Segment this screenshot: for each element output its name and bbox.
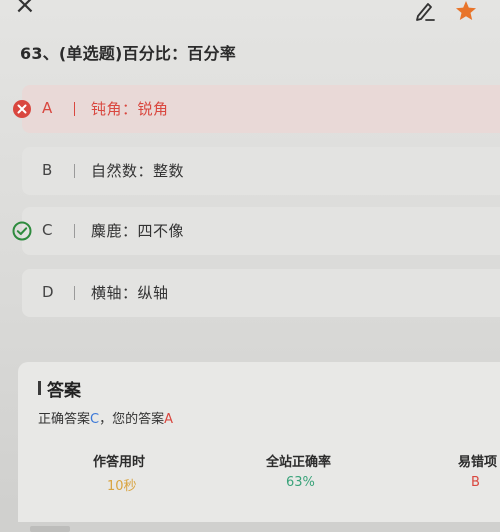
question-title: 63、(单选题)百分比：百分率 [20, 44, 236, 63]
time-used-label: 作答用时 [93, 455, 146, 470]
option-letter: B [42, 161, 53, 179]
option-text: 横轴：纵轴 [91, 284, 169, 302]
option-c[interactable]: C 麋鹿：四不像 [22, 207, 500, 255]
option-letter: C [42, 221, 53, 239]
check-mark-icon [12, 221, 32, 241]
top-bar: × [0, 0, 500, 24]
common-error-value: B [471, 475, 480, 490]
option-text: 麋鹿：四不像 [91, 222, 185, 240]
accuracy-value: 63% [286, 475, 315, 490]
option-letter: A [42, 99, 53, 117]
your-answer-letter: A [164, 412, 174, 427]
option-text: 钝角：锐角 [91, 100, 169, 118]
section-marker [38, 381, 41, 395]
option-divider [74, 286, 75, 300]
answer-card: 答案 正确答案C，您的答案A 作答用时 10秒 全站正确率 63% 易错项 B [18, 362, 500, 522]
time-used-value: 10秒 [107, 479, 137, 494]
option-letter: D [42, 283, 54, 301]
accuracy-label: 全站正确率 [266, 455, 332, 470]
correct-answer-label: 正确答案 [38, 412, 91, 427]
quiz-screen: × 63、(单选题)百分比：百分率 A 钝角：锐角 B 自然数：整数 C 麋鹿：… [0, 0, 500, 532]
common-error-label: 易错项 [458, 455, 498, 470]
star-icon[interactable] [454, 0, 478, 23]
option-d[interactable]: D 横轴：纵轴 [22, 269, 500, 317]
answer-title: 答案 [47, 381, 81, 401]
bottom-section-edge [0, 522, 500, 532]
option-text: 自然数：整数 [91, 162, 185, 180]
answer-summary: 正确答案C，您的答案A [38, 408, 173, 427]
option-divider [74, 164, 75, 178]
correct-answer-letter: C [90, 412, 100, 427]
option-divider [74, 224, 75, 238]
option-a[interactable]: A 钝角：锐角 [22, 85, 500, 133]
wrong-mark-icon [13, 100, 31, 118]
your-answer-label: ，您的答案 [99, 412, 165, 427]
close-icon[interactable]: × [14, 0, 36, 18]
next-section-header [30, 526, 70, 532]
option-b[interactable]: B 自然数：整数 [22, 147, 500, 195]
option-divider [74, 102, 75, 116]
pen-icon[interactable] [414, 0, 436, 22]
